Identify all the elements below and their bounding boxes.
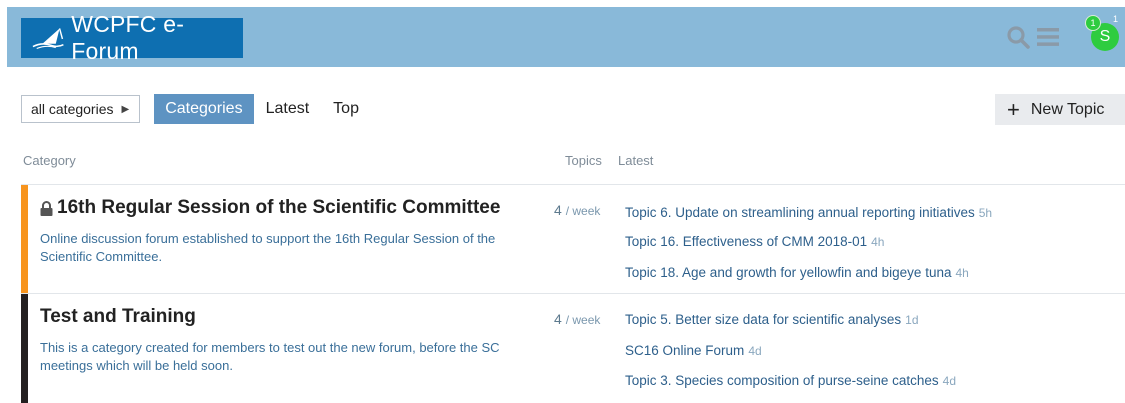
site-logo[interactable]: WCPFC e-Forum	[21, 11, 243, 64]
header-topics[interactable]: Topics	[565, 153, 602, 168]
logo-text: WCPFC e-Forum	[71, 11, 185, 64]
dropdown-label: all categories	[31, 101, 114, 117]
latest-topic-link[interactable]: Topic 6. Update on streamlining annual r…	[625, 205, 992, 220]
rate-value: 4	[554, 202, 562, 218]
latest-topic-link[interactable]: Topic 16. Effectiveness of CMM 2018-01 4h	[625, 234, 884, 249]
topic-title: Topic 6. Update on streamlining annual r…	[625, 205, 975, 220]
category-description: Online discussion forum established to s…	[40, 231, 496, 264]
tab-label: Top	[333, 100, 359, 117]
category-row: Test and Training This is a category cre…	[21, 294, 1125, 403]
topic-age: 4d	[942, 374, 957, 388]
notification-badge[interactable]: 1	[1085, 15, 1101, 31]
topic-title: SC16 Online Forum	[625, 343, 745, 358]
header-latest[interactable]: Latest	[618, 153, 653, 168]
topics-per-week: 4 / week	[554, 202, 600, 218]
category-color-bar	[21, 185, 28, 293]
site-header: WCPFC e-Forum S 1 1	[7, 7, 1125, 67]
tab-label: Categories	[165, 100, 243, 117]
category-title-link[interactable]: 16th Regular Session of the Scientific C…	[40, 197, 500, 219]
rate-unit: / week	[565, 313, 601, 327]
category-name: 16th Regular Session of the Scientific C…	[57, 197, 501, 218]
new-topic-label: New Topic	[1030, 100, 1105, 118]
new-topic-button[interactable]: + New Topic	[995, 94, 1125, 125]
latest-topic-link[interactable]: Topic 3. Species composition of purse-se…	[625, 373, 956, 388]
tab-categories[interactable]: Categories	[154, 94, 254, 124]
topic-title: Topic 3. Species composition of purse-se…	[625, 373, 939, 388]
notification-count: 1	[1090, 18, 1096, 28]
search-icon[interactable]	[1006, 25, 1030, 49]
plus-icon: +	[1007, 96, 1020, 122]
topic-age: 1d	[905, 313, 919, 327]
latest-topic-link[interactable]: SC16 Online Forum 4d	[625, 343, 762, 358]
rate-unit: / week	[565, 204, 601, 218]
topic-age: 5h	[978, 206, 993, 220]
forum-page: WCPFC e-Forum S 1 1 all categories ▶ Cat…	[7, 7, 1125, 403]
message-count: 1	[1113, 14, 1119, 24]
lock-icon	[40, 200, 53, 216]
category-dropdown[interactable]: all categories ▶	[21, 95, 141, 123]
topic-title: Topic 18. Age and growth for yellowfin a…	[625, 265, 952, 280]
latest-topic-link[interactable]: Topic 5. Better size data for scientific…	[625, 312, 919, 327]
topic-title: Topic 5. Better size data for scientific…	[625, 312, 902, 327]
rate-value: 4	[554, 311, 562, 327]
category-description: This is a category created for members t…	[40, 340, 500, 373]
topic-title: Topic 16. Effectiveness of CMM 2018-01	[625, 234, 868, 249]
logo-boat-icon	[32, 28, 64, 50]
header-category[interactable]: Category	[23, 153, 76, 168]
category-navigation: all categories ▶ Categories Latest Top	[21, 94, 371, 124]
message-badge[interactable]: 1	[1113, 14, 1118, 24]
topic-age: 4h	[871, 235, 885, 249]
tab-latest[interactable]: Latest	[254, 95, 322, 123]
topic-age: 4h	[955, 266, 969, 280]
hamburger-menu-icon[interactable]	[1037, 27, 1059, 47]
caret-right-icon: ▶	[121, 103, 130, 115]
latest-topic-link[interactable]: Topic 18. Age and growth for yellowfin a…	[625, 265, 969, 280]
tab-top[interactable]: Top	[321, 95, 371, 123]
category-row: 16th Regular Session of the Scientific C…	[21, 185, 1125, 293]
category-name: Test and Training	[40, 306, 196, 327]
topics-per-week: 4 / week	[554, 311, 600, 327]
tab-label: Latest	[265, 100, 310, 117]
topic-age: 4d	[748, 344, 762, 358]
category-color-bar	[21, 294, 28, 403]
category-title-link[interactable]: Test and Training	[40, 306, 196, 328]
avatar-letter: S	[1099, 28, 1111, 45]
